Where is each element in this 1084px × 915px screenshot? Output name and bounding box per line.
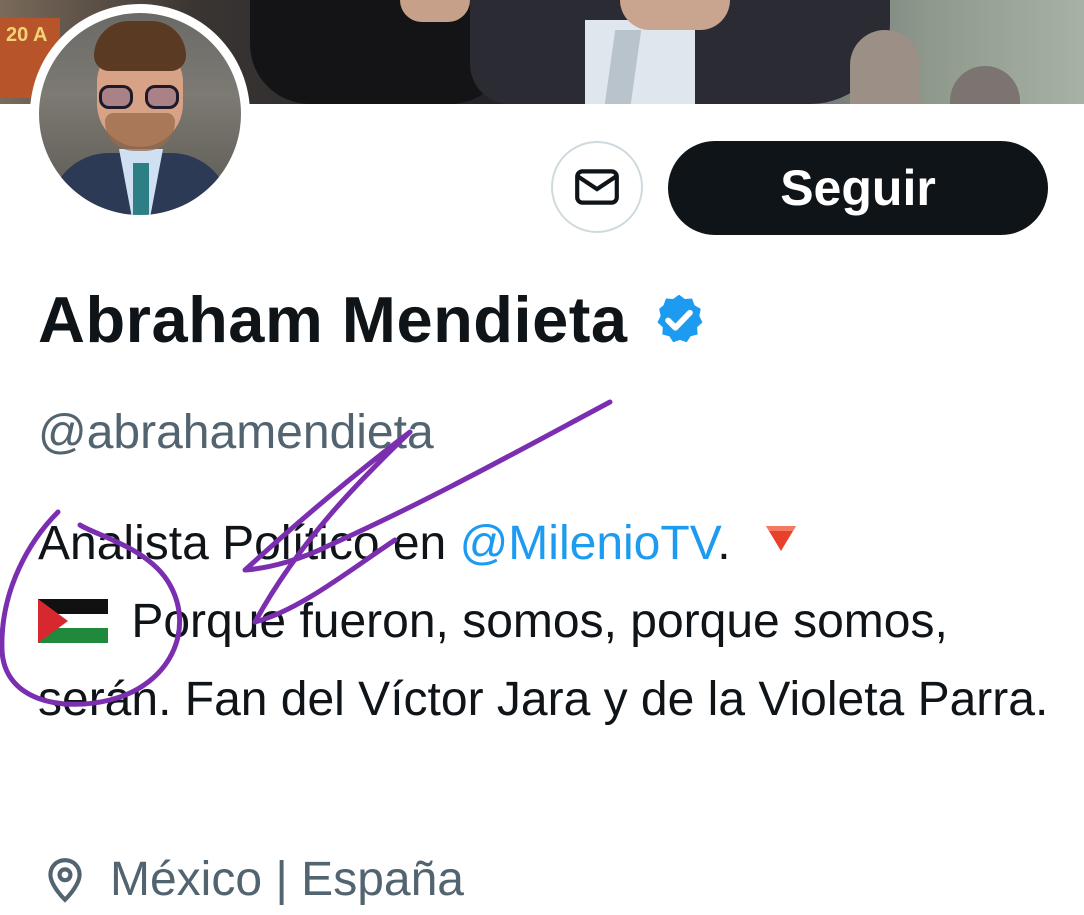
bio-text: Analista Político en <box>38 517 460 570</box>
profile-bio: Analista Político en @MilenioTV. Porque … <box>38 505 1058 739</box>
red-triangle-icon <box>765 526 796 551</box>
profile-name: Abraham Mendieta <box>38 283 628 356</box>
profile-name-row: Abraham Mendieta <box>38 282 708 357</box>
bio-text: . <box>717 517 731 570</box>
banner-face <box>620 0 730 30</box>
profile-avatar[interactable] <box>30 4 250 224</box>
avatar-photo <box>39 13 241 215</box>
palestine-flag-icon <box>38 599 108 643</box>
message-button[interactable] <box>551 141 643 233</box>
avatar-beard <box>105 113 175 151</box>
bio-text: Porque fueron, somos, porque somos, será… <box>38 595 1049 726</box>
profile-location: México | España <box>40 852 464 907</box>
banner-background-person <box>950 66 1020 104</box>
verified-badge-icon[interactable] <box>650 291 708 349</box>
banner-background-person <box>850 30 920 104</box>
bio-mention-link[interactable]: @MilenioTV <box>460 517 718 570</box>
location-pin-icon <box>48 857 82 903</box>
profile-handle: @abrahamendieta <box>38 406 434 459</box>
envelope-icon <box>575 169 619 205</box>
follow-button[interactable]: Seguir <box>668 141 1048 235</box>
avatar-tie <box>133 163 149 215</box>
avatar-glasses <box>99 85 181 109</box>
banner-face <box>400 0 470 22</box>
avatar-hair <box>94 21 186 71</box>
location-text: México | España <box>110 853 464 906</box>
